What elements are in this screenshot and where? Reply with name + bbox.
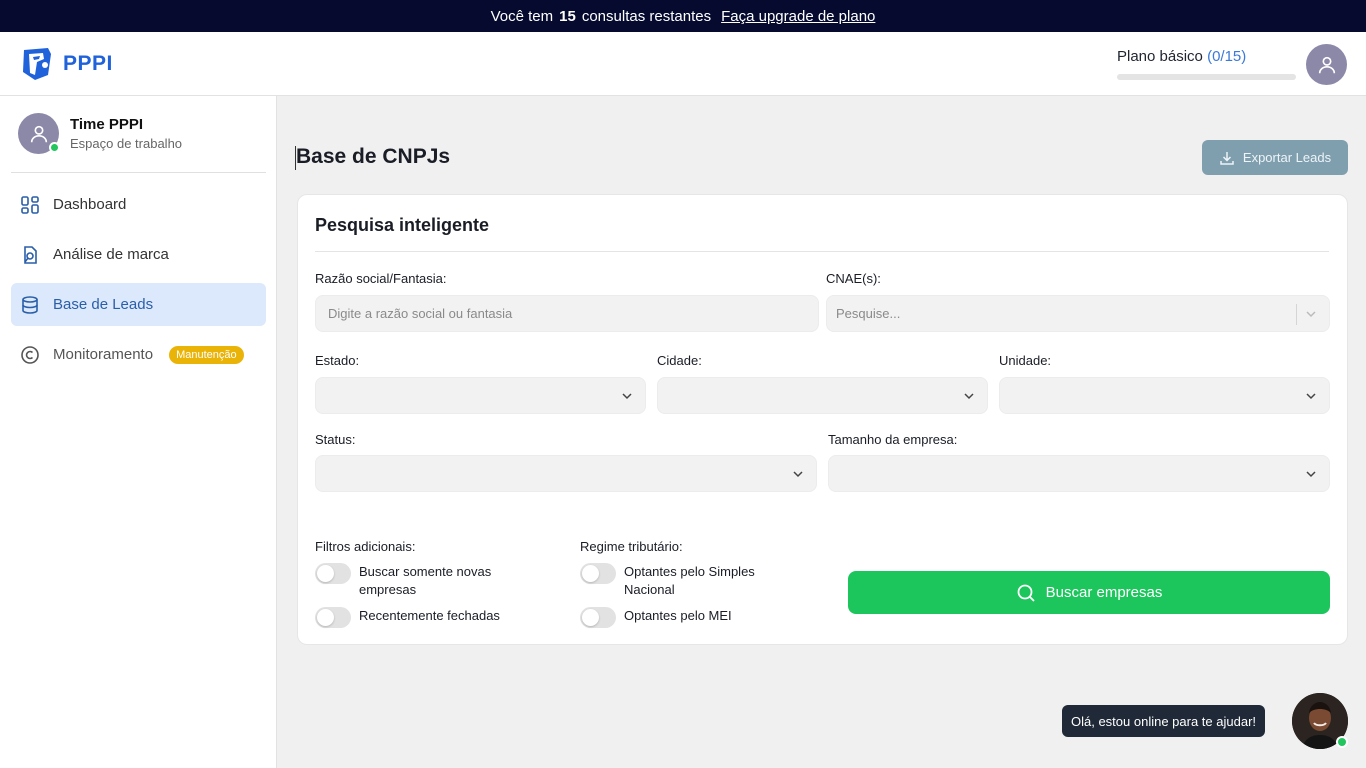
cidade-select[interactable]	[657, 377, 988, 414]
brand-logo-icon	[23, 48, 51, 80]
chevron-down-icon	[1306, 471, 1316, 478]
sidebar-item-leads[interactable]: Base de Leads	[11, 283, 266, 326]
chevron-down-icon	[1306, 311, 1316, 318]
brand-name: PPPI	[63, 52, 113, 75]
user-icon	[1318, 56, 1335, 73]
plan-label-row: Plano básico (0/15)	[1117, 48, 1297, 65]
sidebar-nav: Dashboard Análise de marca Base de Leads	[11, 183, 266, 383]
copyright-icon	[19, 344, 41, 366]
sidebar-item-dashboard[interactable]: Dashboard	[11, 183, 266, 226]
sidebar-divider	[11, 172, 266, 173]
maintenance-badge: Manutenção	[169, 345, 244, 364]
sidebar-item-label: Monitoramento	[53, 346, 154, 363]
page-title: Base de CNPJs	[296, 145, 451, 168]
sidebar-item-label: Dashboard	[53, 196, 127, 213]
chat-avatar[interactable]	[1292, 693, 1348, 749]
toggle-switch[interactable]	[315, 607, 351, 628]
chevron-down-icon	[793, 471, 803, 478]
upgrade-banner: Você tem 15 consultas restantes Faça upg…	[0, 0, 1366, 32]
toggle-label: Buscar somente novas empresas	[359, 564, 492, 597]
unidade-select[interactable]	[999, 377, 1330, 414]
toggle-switch[interactable]	[580, 563, 616, 584]
chevron-down-icon	[964, 393, 974, 400]
dashboard-icon	[19, 194, 41, 216]
search-icon	[1017, 584, 1035, 602]
sidebar: Time PPPI Espaço de trabalho Dashboard A…	[0, 96, 277, 768]
select-separator	[1296, 304, 1297, 325]
razao-field[interactable]	[315, 295, 819, 332]
toggle-label: Recentemente fechadas	[359, 608, 500, 623]
download-icon	[1220, 151, 1234, 165]
sidebar-item-label: Análise de marca	[53, 246, 169, 263]
workspace-subtitle: Espaço de trabalho	[70, 136, 183, 151]
banner-suffix: consultas restantes	[581, 7, 712, 25]
chat-greeting[interactable]: Olá, estou online para te ajudar!	[1062, 705, 1266, 737]
online-indicator	[49, 142, 60, 153]
banner-count: 15	[559, 7, 576, 25]
plan-progress-bar	[1117, 74, 1296, 80]
cidade-label: Cidade:	[657, 353, 702, 368]
search-companies-label: Buscar empresas	[1045, 584, 1163, 601]
razao-label: Razão social/Fantasia:	[315, 271, 447, 286]
toggle-recently-closed[interactable]: Recentemente fechadas	[315, 607, 529, 628]
banner-prefix: Você tem	[490, 7, 554, 25]
status-label: Status:	[315, 432, 356, 447]
user-avatar[interactable]	[1306, 44, 1347, 85]
workspace-card[interactable]: Time PPPI Espaço de trabalho	[18, 113, 182, 154]
workspace-name: Time PPPI	[70, 116, 144, 133]
tamanho-label: Tamanho da empresa:	[828, 432, 958, 447]
top-header: PPPI Plano básico (0/15)	[0, 32, 1366, 96]
database-icon	[19, 294, 41, 316]
smart-search-card: Pesquisa inteligente Razão social/Fantas…	[297, 194, 1348, 645]
search-companies-button[interactable]: Buscar empresas	[848, 571, 1330, 614]
regime-label: Regime tributário:	[580, 539, 683, 554]
sidebar-item-monitoring[interactable]: Monitoramento Manutenção	[11, 333, 266, 376]
export-leads-button[interactable]: Exportar Leads	[1202, 140, 1348, 175]
cnae-select[interactable]: Pesquise...	[826, 295, 1330, 332]
estado-label: Estado:	[315, 353, 360, 368]
card-title: Pesquisa inteligente	[315, 215, 490, 235]
toggle-switch[interactable]	[580, 607, 616, 628]
toggle-switch[interactable]	[315, 563, 351, 584]
status-select[interactable]	[315, 455, 817, 492]
cnae-label: CNAE(s):	[826, 271, 881, 286]
toggle-label: Optantes pelo MEI	[624, 608, 732, 623]
chevron-down-icon	[1306, 393, 1316, 400]
razao-input[interactable]	[316, 296, 818, 331]
tamanho-select[interactable]	[828, 455, 1330, 492]
cnae-placeholder: Pesquise...	[836, 306, 901, 321]
brand-logo[interactable]: PPPI	[18, 45, 113, 83]
unidade-label: Unidade:	[999, 353, 1052, 368]
estado-select[interactable]	[315, 377, 646, 414]
toggle-simples[interactable]: Optantes pelo Simples Nacional	[580, 563, 784, 599]
filtros-label: Filtros adicionais:	[315, 539, 416, 554]
online-indicator	[1336, 736, 1348, 748]
workspace-avatar	[18, 113, 60, 154]
upgrade-link[interactable]: Faça upgrade de plano	[721, 8, 875, 25]
toggle-label: Optantes pelo Simples Nacional	[624, 564, 755, 597]
card-divider	[315, 251, 1329, 252]
sidebar-item-label: Base de Leads	[53, 296, 154, 313]
export-leads-label: Exportar Leads	[1242, 150, 1332, 165]
user-icon	[30, 125, 47, 142]
plan-label: Plano básico	[1117, 48, 1203, 65]
toggle-new-companies[interactable]: Buscar somente novas empresas	[315, 563, 529, 599]
plan-usage: Plano básico (0/15)	[1117, 48, 1297, 80]
brand-analysis-icon	[19, 244, 41, 266]
toggle-mei[interactable]: Optantes pelo MEI	[580, 607, 794, 628]
chevron-down-icon	[622, 393, 632, 400]
sidebar-item-brand-analysis[interactable]: Análise de marca	[11, 233, 266, 276]
plan-count: (0/15)	[1207, 48, 1247, 65]
